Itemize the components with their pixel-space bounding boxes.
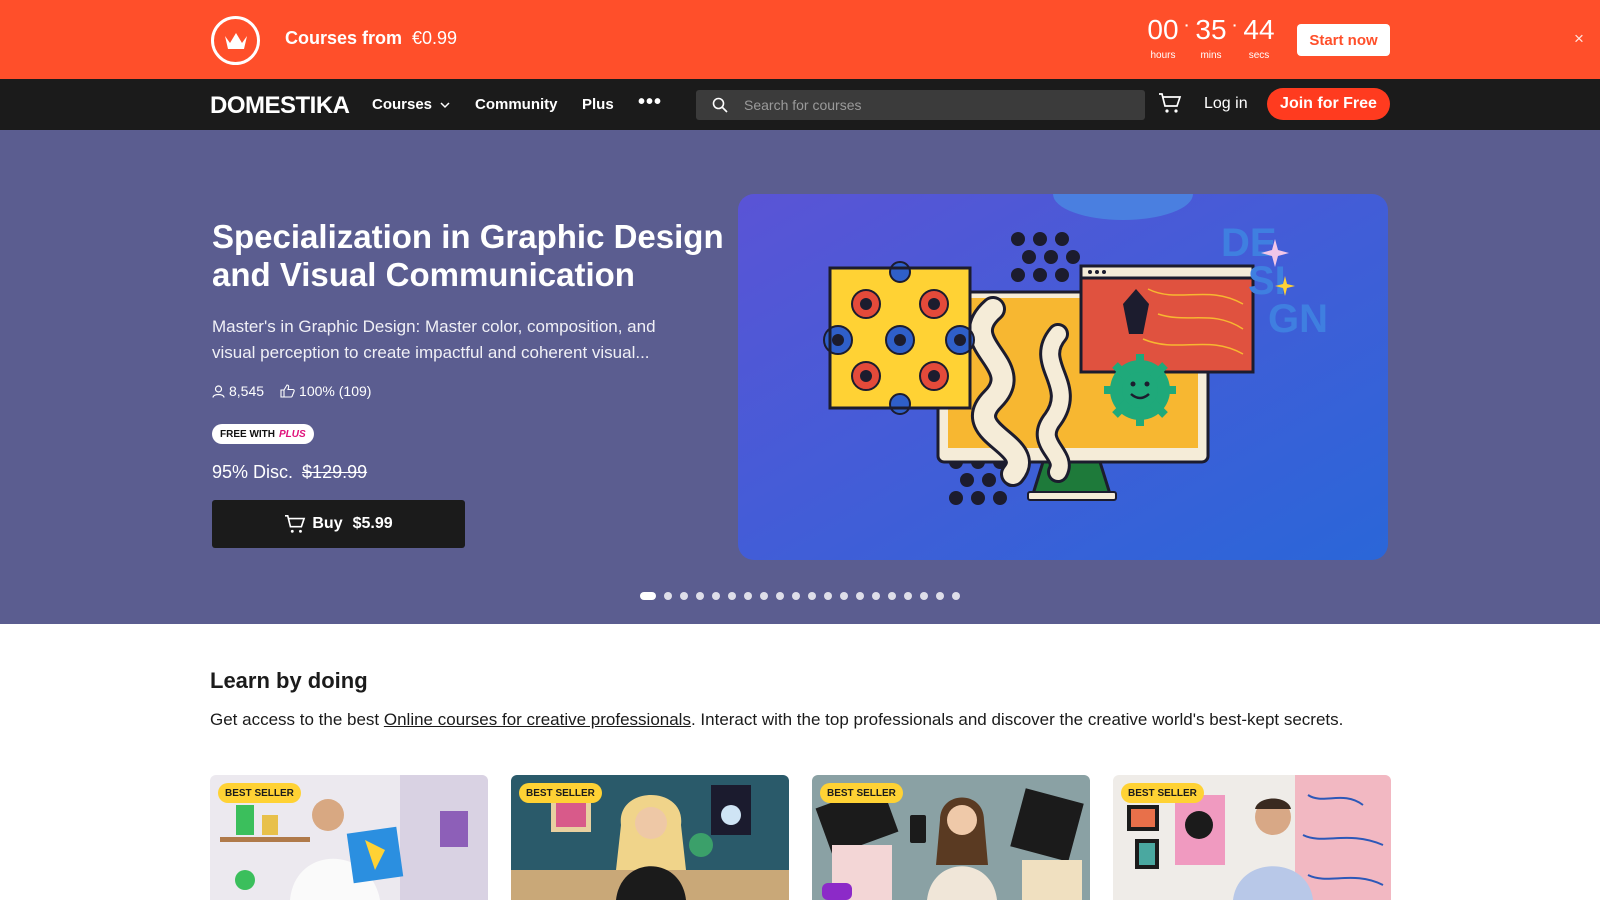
desc-before: Get access to the best bbox=[210, 710, 384, 729]
rating-value: 100% (109) bbox=[299, 383, 372, 399]
timer-hours: 00 hours bbox=[1143, 14, 1183, 61]
students-stat: 8,545 bbox=[212, 383, 264, 399]
art-text-gn: GN bbox=[1268, 297, 1328, 341]
carousel-dot[interactable] bbox=[936, 592, 944, 600]
thumbs-up-icon bbox=[280, 384, 295, 398]
badge-plus-label: PLUS bbox=[279, 428, 306, 440]
carousel-dot[interactable] bbox=[696, 592, 704, 600]
desc-after: . Interact with the top professionals an… bbox=[690, 710, 1344, 729]
timer-mins-value: 35 bbox=[1195, 14, 1227, 45]
best-seller-badge: BEST SELLER bbox=[820, 783, 903, 803]
carousel-dot[interactable] bbox=[952, 592, 960, 600]
carousel-dot[interactable] bbox=[872, 592, 880, 600]
carousel-dot[interactable] bbox=[744, 592, 752, 600]
carousel-dot[interactable] bbox=[792, 592, 800, 600]
buy-button[interactable]: Buy $5.99 bbox=[212, 500, 465, 548]
promo-price: €0.99 bbox=[412, 28, 458, 48]
carousel-dot[interactable] bbox=[904, 592, 912, 600]
old-price: $129.99 bbox=[302, 462, 368, 482]
timer-mins: 35 mins bbox=[1191, 14, 1231, 61]
cart-icon bbox=[285, 515, 306, 533]
timer-hours-value: 00 bbox=[1147, 14, 1179, 45]
carousel-dot[interactable] bbox=[712, 592, 720, 600]
section-description: Get access to the best Online courses fo… bbox=[210, 710, 1343, 730]
login-link[interactable]: Log in bbox=[1204, 95, 1248, 113]
course-stats: 8,545 100% (109) bbox=[212, 383, 387, 399]
carousel-dot[interactable] bbox=[840, 592, 848, 600]
rating-stat: 100% (109) bbox=[280, 383, 371, 399]
carousel-dot[interactable] bbox=[664, 592, 672, 600]
search-input[interactable] bbox=[744, 90, 1134, 120]
best-seller-badge: BEST SELLER bbox=[218, 783, 301, 803]
timer-hours-label: hours bbox=[1150, 50, 1176, 61]
course-card[interactable]: BEST SELLER bbox=[812, 775, 1090, 900]
top-navbar: DOMESTIKA Courses Community Plus ••• Log… bbox=[0, 79, 1600, 130]
hero-title[interactable]: Specialization in Graphic Design and Vis… bbox=[212, 218, 732, 294]
nav-community[interactable]: Community bbox=[475, 96, 558, 113]
start-now-button[interactable]: Start now bbox=[1297, 24, 1390, 56]
hero-illustration[interactable]: DE SI GN bbox=[738, 194, 1388, 560]
hero-description: Master's in Graphic Design: Master color… bbox=[212, 317, 656, 362]
timer-mins-label: mins bbox=[1200, 50, 1222, 61]
hero-carousel: Specialization in Graphic Design and Vis… bbox=[0, 130, 1600, 624]
carousel-dot[interactable] bbox=[808, 592, 816, 600]
promo-banner: Courses from €0.99 00 hours · 35 mins · … bbox=[0, 0, 1600, 79]
best-seller-badge: BEST SELLER bbox=[1121, 783, 1204, 803]
timer-secs-label: secs bbox=[1248, 50, 1270, 61]
search-icon bbox=[712, 97, 728, 113]
free-with-plus-badge: FREE WITH PLUS bbox=[212, 424, 314, 444]
nav-courses[interactable]: Courses bbox=[372, 96, 450, 113]
close-icon[interactable]: × bbox=[1574, 29, 1584, 49]
carousel-dot[interactable] bbox=[856, 592, 864, 600]
discount-info: 95% Disc. $129.99 bbox=[212, 462, 367, 483]
join-button[interactable]: Join for Free bbox=[1267, 88, 1390, 120]
search-bar[interactable] bbox=[696, 90, 1145, 120]
online-courses-link[interactable]: Online courses for creative professional… bbox=[384, 710, 691, 729]
timer-secs: 44 secs bbox=[1239, 14, 1279, 61]
buy-price: $5.99 bbox=[352, 515, 393, 532]
more-menu-icon[interactable]: ••• bbox=[638, 91, 662, 114]
course-card[interactable]: BEST SELLER bbox=[511, 775, 789, 900]
user-icon bbox=[212, 384, 225, 398]
students-count: 8,545 bbox=[229, 383, 265, 399]
carousel-dot[interactable] bbox=[920, 592, 928, 600]
domestika-logo[interactable]: DOMESTIKA bbox=[210, 92, 350, 120]
discount-label: 95% Disc. bbox=[212, 462, 294, 482]
crown-logo-icon bbox=[211, 16, 260, 65]
best-seller-badge: BEST SELLER bbox=[519, 783, 602, 803]
cart-icon[interactable] bbox=[1158, 92, 1182, 114]
carousel-dot[interactable] bbox=[776, 592, 784, 600]
nav-courses-label: Courses bbox=[372, 96, 433, 113]
promo-title: Courses from bbox=[285, 28, 403, 48]
chevron-down-icon bbox=[440, 102, 450, 109]
timer-secs-value: 44 bbox=[1243, 14, 1275, 45]
section-title: Learn by doing bbox=[210, 668, 368, 693]
carousel-dot[interactable] bbox=[640, 592, 656, 600]
carousel-dot[interactable] bbox=[728, 592, 736, 600]
timer-separator: · bbox=[1232, 17, 1238, 33]
course-card[interactable]: BEST SELLER bbox=[210, 775, 488, 900]
carousel-pagination bbox=[640, 592, 968, 600]
badge-free-label: FREE WITH bbox=[220, 428, 275, 440]
countdown-timer: 00 hours · 35 mins · 44 secs bbox=[1143, 14, 1279, 61]
buy-label: Buy bbox=[312, 515, 343, 532]
course-card[interactable]: BEST SELLER bbox=[1113, 775, 1391, 900]
carousel-dot[interactable] bbox=[824, 592, 832, 600]
carousel-dot[interactable] bbox=[680, 592, 688, 600]
carousel-dot[interactable] bbox=[888, 592, 896, 600]
timer-separator: · bbox=[1184, 17, 1190, 33]
carousel-dot[interactable] bbox=[760, 592, 768, 600]
nav-plus[interactable]: Plus bbox=[582, 96, 614, 113]
